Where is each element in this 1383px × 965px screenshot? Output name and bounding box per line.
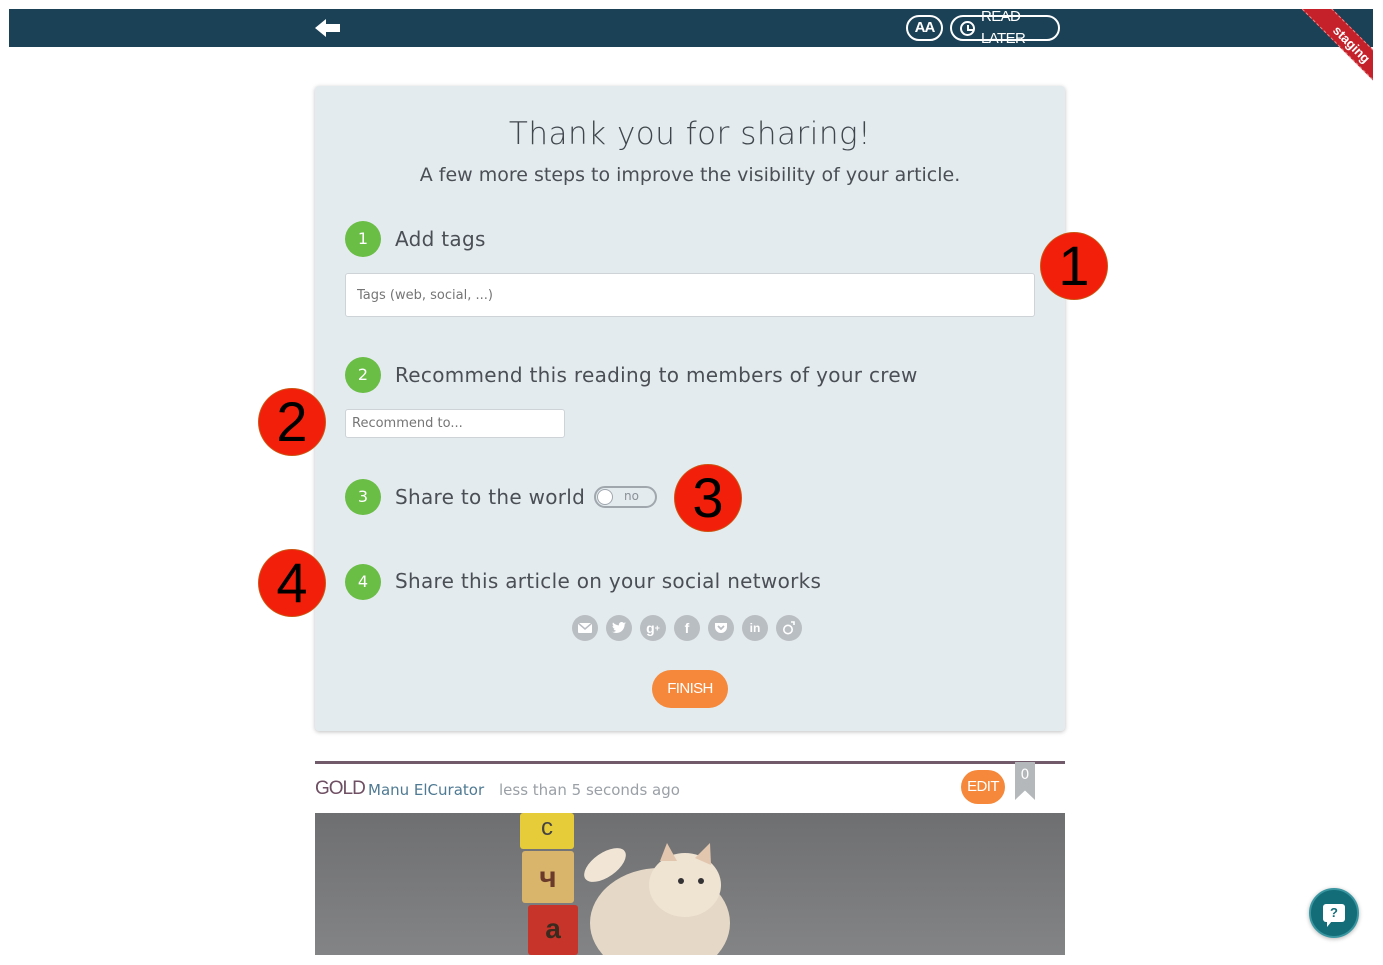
step-1-number: 1 — [345, 221, 381, 257]
help-chat-button[interactable]: ? — [1309, 888, 1359, 938]
recommend-input[interactable] — [345, 409, 565, 438]
staging-ribbon: staging — [1272, 9, 1373, 99]
toggle-state-text: no — [624, 489, 639, 503]
read-later-label: READ LATER — [981, 8, 1026, 47]
edit-button[interactable]: EDIT — [961, 770, 1005, 804]
bookmark-icon[interactable]: 0 — [1015, 762, 1035, 800]
email-icon[interactable] — [572, 615, 598, 641]
toggle-knob — [597, 489, 613, 505]
article-author-link[interactable]: Manu ElCurator — [368, 781, 484, 799]
pocket-icon[interactable] — [708, 615, 734, 641]
tags-input[interactable] — [345, 273, 1035, 317]
font-size-button[interactable]: AA — [906, 15, 943, 41]
bookmark-count: 0 — [1020, 767, 1030, 783]
social-share-icons: g + f in — [572, 615, 802, 641]
svg-text:a: a — [545, 913, 561, 944]
google-plus-icon[interactable]: g + — [640, 615, 666, 641]
annotation-badge-4: 4 — [259, 550, 325, 616]
card-subtitle: A few more steps to improve the visibili… — [419, 164, 961, 186]
step-3-label: Share to the world — [395, 485, 586, 509]
viadeo-icon[interactable] — [776, 615, 802, 641]
linkedin-icon[interactable]: in — [742, 615, 768, 641]
share-steps-card: Thank you for sharing! A few more steps … — [315, 86, 1065, 731]
step-2-label: Recommend this reading to members of you… — [395, 363, 918, 387]
kitten-with-blocks-image: c ч a — [520, 813, 730, 955]
annotation-badge-3: 3 — [675, 465, 741, 531]
step-2-number: 2 — [345, 357, 381, 393]
annotation-badge-2: 2 — [259, 389, 325, 455]
staging-ribbon-label: staging — [1291, 9, 1373, 99]
back-arrow-icon[interactable] — [315, 18, 341, 38]
twitter-icon[interactable] — [606, 615, 632, 641]
card-title: Thank you for sharing! — [508, 116, 872, 152]
step-3-number: 3 — [345, 479, 381, 515]
article-image[interactable]: c ч a — [315, 813, 1065, 955]
step-4-label: Share this article on your social networ… — [395, 569, 822, 593]
clock-icon — [960, 20, 975, 36]
share-world-toggle[interactable]: no — [594, 486, 657, 508]
facebook-icon[interactable]: f — [674, 615, 700, 641]
article-tag: GOLD — [315, 778, 366, 799]
step-1-label: Add tags — [395, 227, 486, 251]
read-later-button[interactable]: READ LATER — [950, 8, 1060, 47]
annotation-badge-1: 1 — [1041, 233, 1107, 299]
svg-text:c: c — [541, 814, 553, 841]
svg-text:ч: ч — [539, 861, 556, 894]
step-4-number: 4 — [345, 564, 381, 600]
top-bar: AA READ LATER — [9, 8, 1373, 47]
finish-button[interactable]: FINISH — [652, 670, 728, 708]
article-timestamp: less than 5 seconds ago — [499, 781, 680, 799]
help-icon: ? — [1323, 904, 1345, 927]
article-divider — [315, 761, 1065, 764]
